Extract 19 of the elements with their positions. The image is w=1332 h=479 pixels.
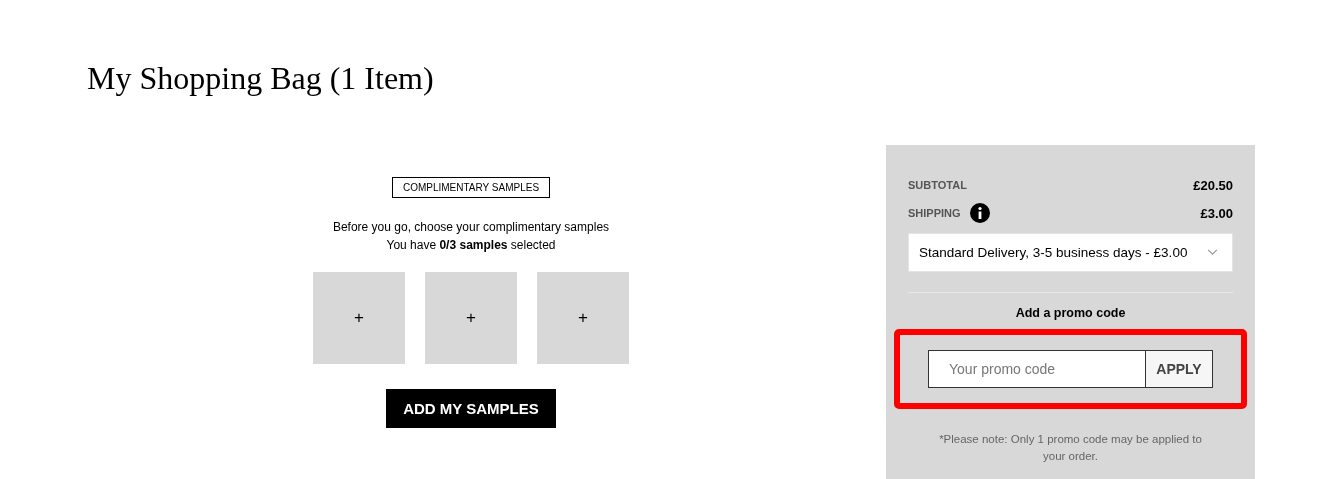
apply-button[interactable]: APPLY — [1146, 350, 1213, 388]
promo-code-field[interactable]: Your promo code — [928, 350, 1146, 388]
summary-value: £20.50 — [1193, 177, 1233, 193]
add-samples-button[interactable]: ADD MY SAMPLES — [386, 389, 556, 428]
samples-count: You have 0/3 samples selected — [386, 237, 556, 254]
promo-heading: Add a promo code — [1014, 306, 1127, 320]
info-icon[interactable] — [969, 203, 990, 223]
promo-note: *Please note: Only 1 promo code may be applied to your order. — [938, 432, 1203, 464]
summary-label: SUBTOTAL — [908, 179, 967, 191]
summary-label: SHIPPING — [908, 207, 961, 219]
sample-slot[interactable]: + — [313, 272, 405, 364]
sample-slot[interactable]: + — [537, 272, 629, 364]
summary-value: £3.00 — [1200, 205, 1233, 221]
section-label: COMPLIMENTARY SAMPLES — [391, 177, 551, 198]
page-title: My Shopping Bag (1 Item) — [86, 59, 435, 98]
shipping-select[interactable]: Standard Delivery, 3-5 business days - £3.00 — [908, 233, 1233, 272]
samples-intro: Before you go, choose your complimentary samples — [332, 219, 610, 236]
chevron-down-icon — [1207, 249, 1218, 256]
sample-slot[interactable]: + — [425, 272, 517, 364]
